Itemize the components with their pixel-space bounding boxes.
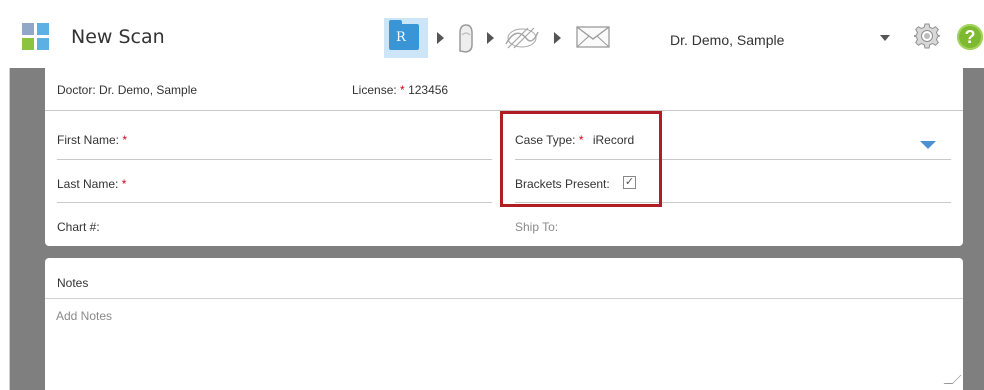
- license-value: 123456: [408, 83, 449, 97]
- chevron-down-icon[interactable]: [880, 35, 890, 41]
- notes-title: Notes: [57, 276, 89, 290]
- license-label: License:: [352, 83, 397, 97]
- first-name-label: First Name:: [57, 133, 120, 147]
- last-name-label: Last Name:: [57, 177, 119, 191]
- ship-to-label: Ship To:: [515, 220, 559, 234]
- step-arrow-icon: [487, 32, 494, 44]
- chart-number-field[interactable]: Chart #:: [57, 220, 100, 234]
- rx-step-letter: R: [396, 30, 406, 45]
- gear-icon[interactable]: [914, 23, 940, 49]
- doctor-select[interactable]: Dr. Demo, Sample: [670, 32, 784, 48]
- highlight-box: [500, 111, 662, 207]
- last-name-field[interactable]: Last Name: *: [57, 177, 126, 191]
- page-title: New Scan: [71, 26, 165, 48]
- license-field: License: * 123456: [352, 83, 448, 97]
- first-name-underline: [57, 159, 492, 160]
- required-marker: *: [121, 177, 127, 191]
- notes-card: Notes: [45, 258, 963, 390]
- doctor-value: Dr. Demo, Sample: [99, 83, 198, 97]
- doctor-field: Doctor: Dr. Demo, Sample: [57, 83, 197, 97]
- required-marker: *: [400, 83, 405, 97]
- help-icon[interactable]: ?: [957, 24, 983, 50]
- step-arrow-icon: [554, 32, 561, 44]
- view-icon[interactable]: [502, 22, 546, 52]
- rx-step-button[interactable]: R: [384, 18, 428, 58]
- last-name-underline: [57, 202, 492, 203]
- top-bar: New Scan R Dr. Demo, Sample ?: [0, 0, 984, 68]
- required-marker: *: [122, 133, 128, 147]
- doctor-label: Doctor:: [57, 83, 96, 97]
- chart-label: Chart #:: [57, 220, 100, 234]
- chevron-down-icon[interactable]: [920, 141, 936, 149]
- send-mail-icon[interactable]: [576, 26, 610, 48]
- patient-info-card: Doctor: Dr. Demo, Sample License: * 1234…: [45, 68, 963, 246]
- app-logo-icon[interactable]: [22, 23, 49, 50]
- notes-input[interactable]: [45, 298, 963, 390]
- scan-hand-icon[interactable]: [454, 21, 478, 55]
- main-area: Doctor: Dr. Demo, Sample License: * 1234…: [0, 68, 984, 390]
- step-arrow-icon: [437, 32, 444, 44]
- ship-to-field[interactable]: Ship To:: [515, 220, 558, 234]
- first-name-field[interactable]: First Name: *: [57, 133, 127, 147]
